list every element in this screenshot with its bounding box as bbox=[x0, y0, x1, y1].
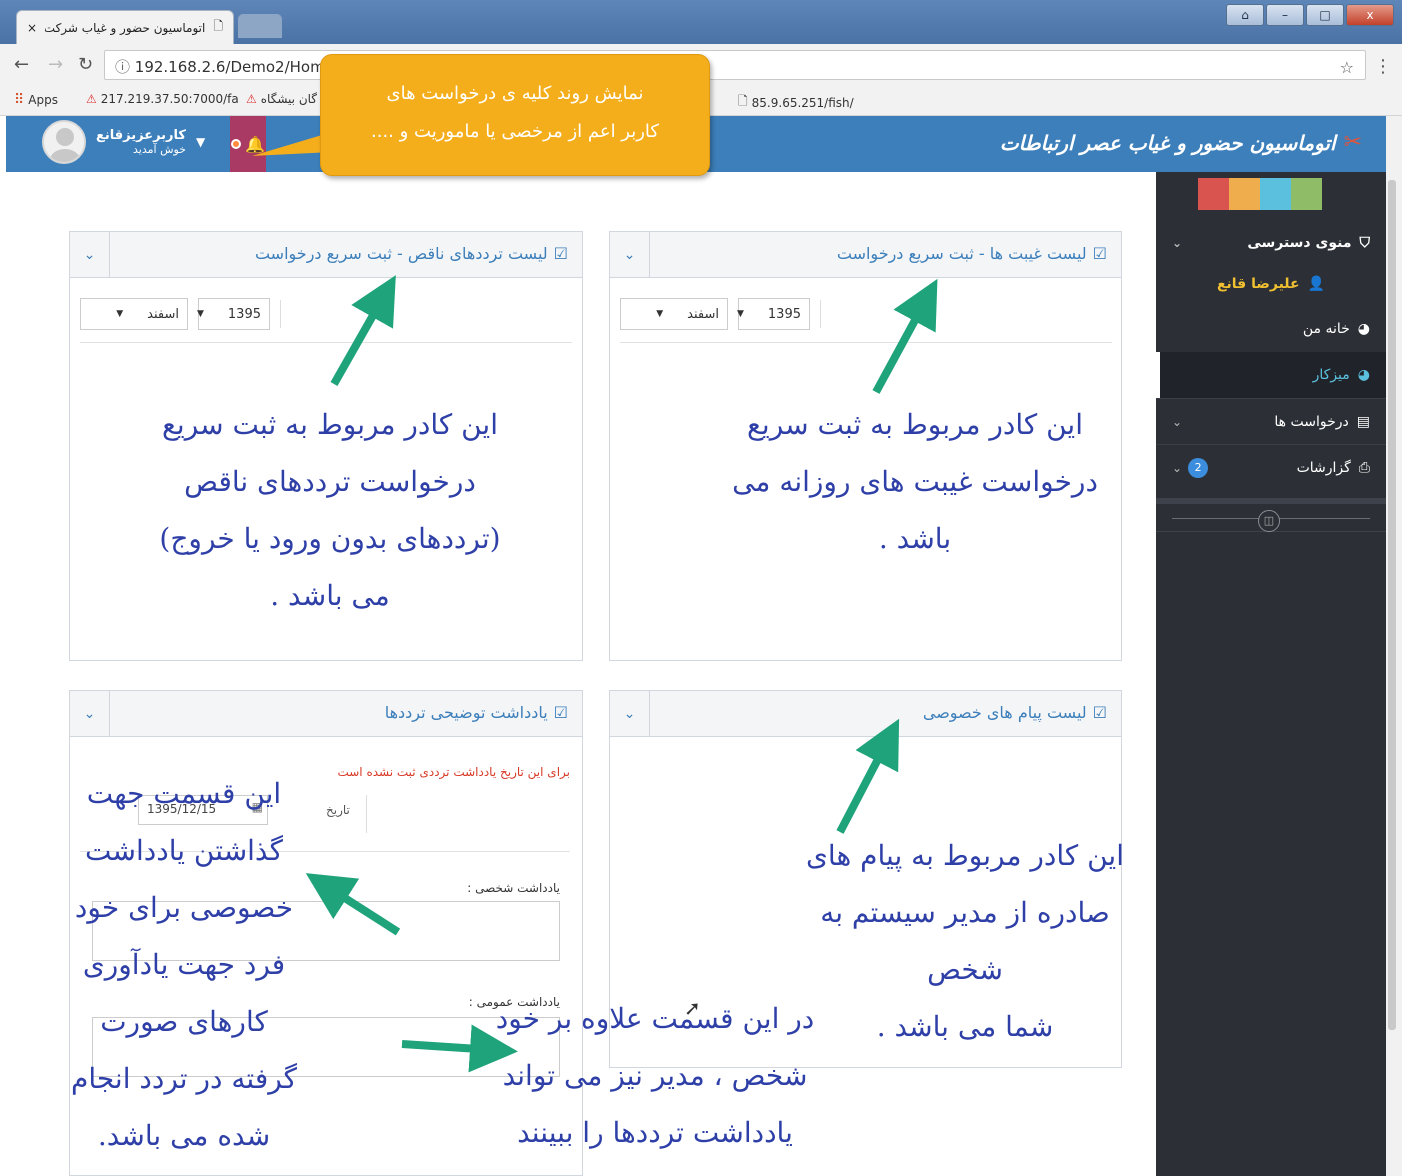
arrow-personal-note bbox=[305, 873, 401, 936]
arrow-messages bbox=[836, 718, 900, 834]
arrow-incomplete bbox=[330, 275, 396, 386]
arrow-public-note bbox=[401, 1024, 518, 1073]
arrow-absence bbox=[872, 278, 938, 394]
callout-line: نمایش روند کلیه ی درخواست های bbox=[386, 83, 644, 104]
mouse-cursor-icon: ➚ bbox=[684, 996, 701, 1020]
annotation-arrows bbox=[305, 275, 938, 1073]
callout-line: کاربر اعم از مرخصی یا ماموریت و .... bbox=[371, 121, 659, 142]
callout-tooltip: نمایش روند کلیه ی درخواست های کاربر اعم … bbox=[320, 54, 710, 176]
